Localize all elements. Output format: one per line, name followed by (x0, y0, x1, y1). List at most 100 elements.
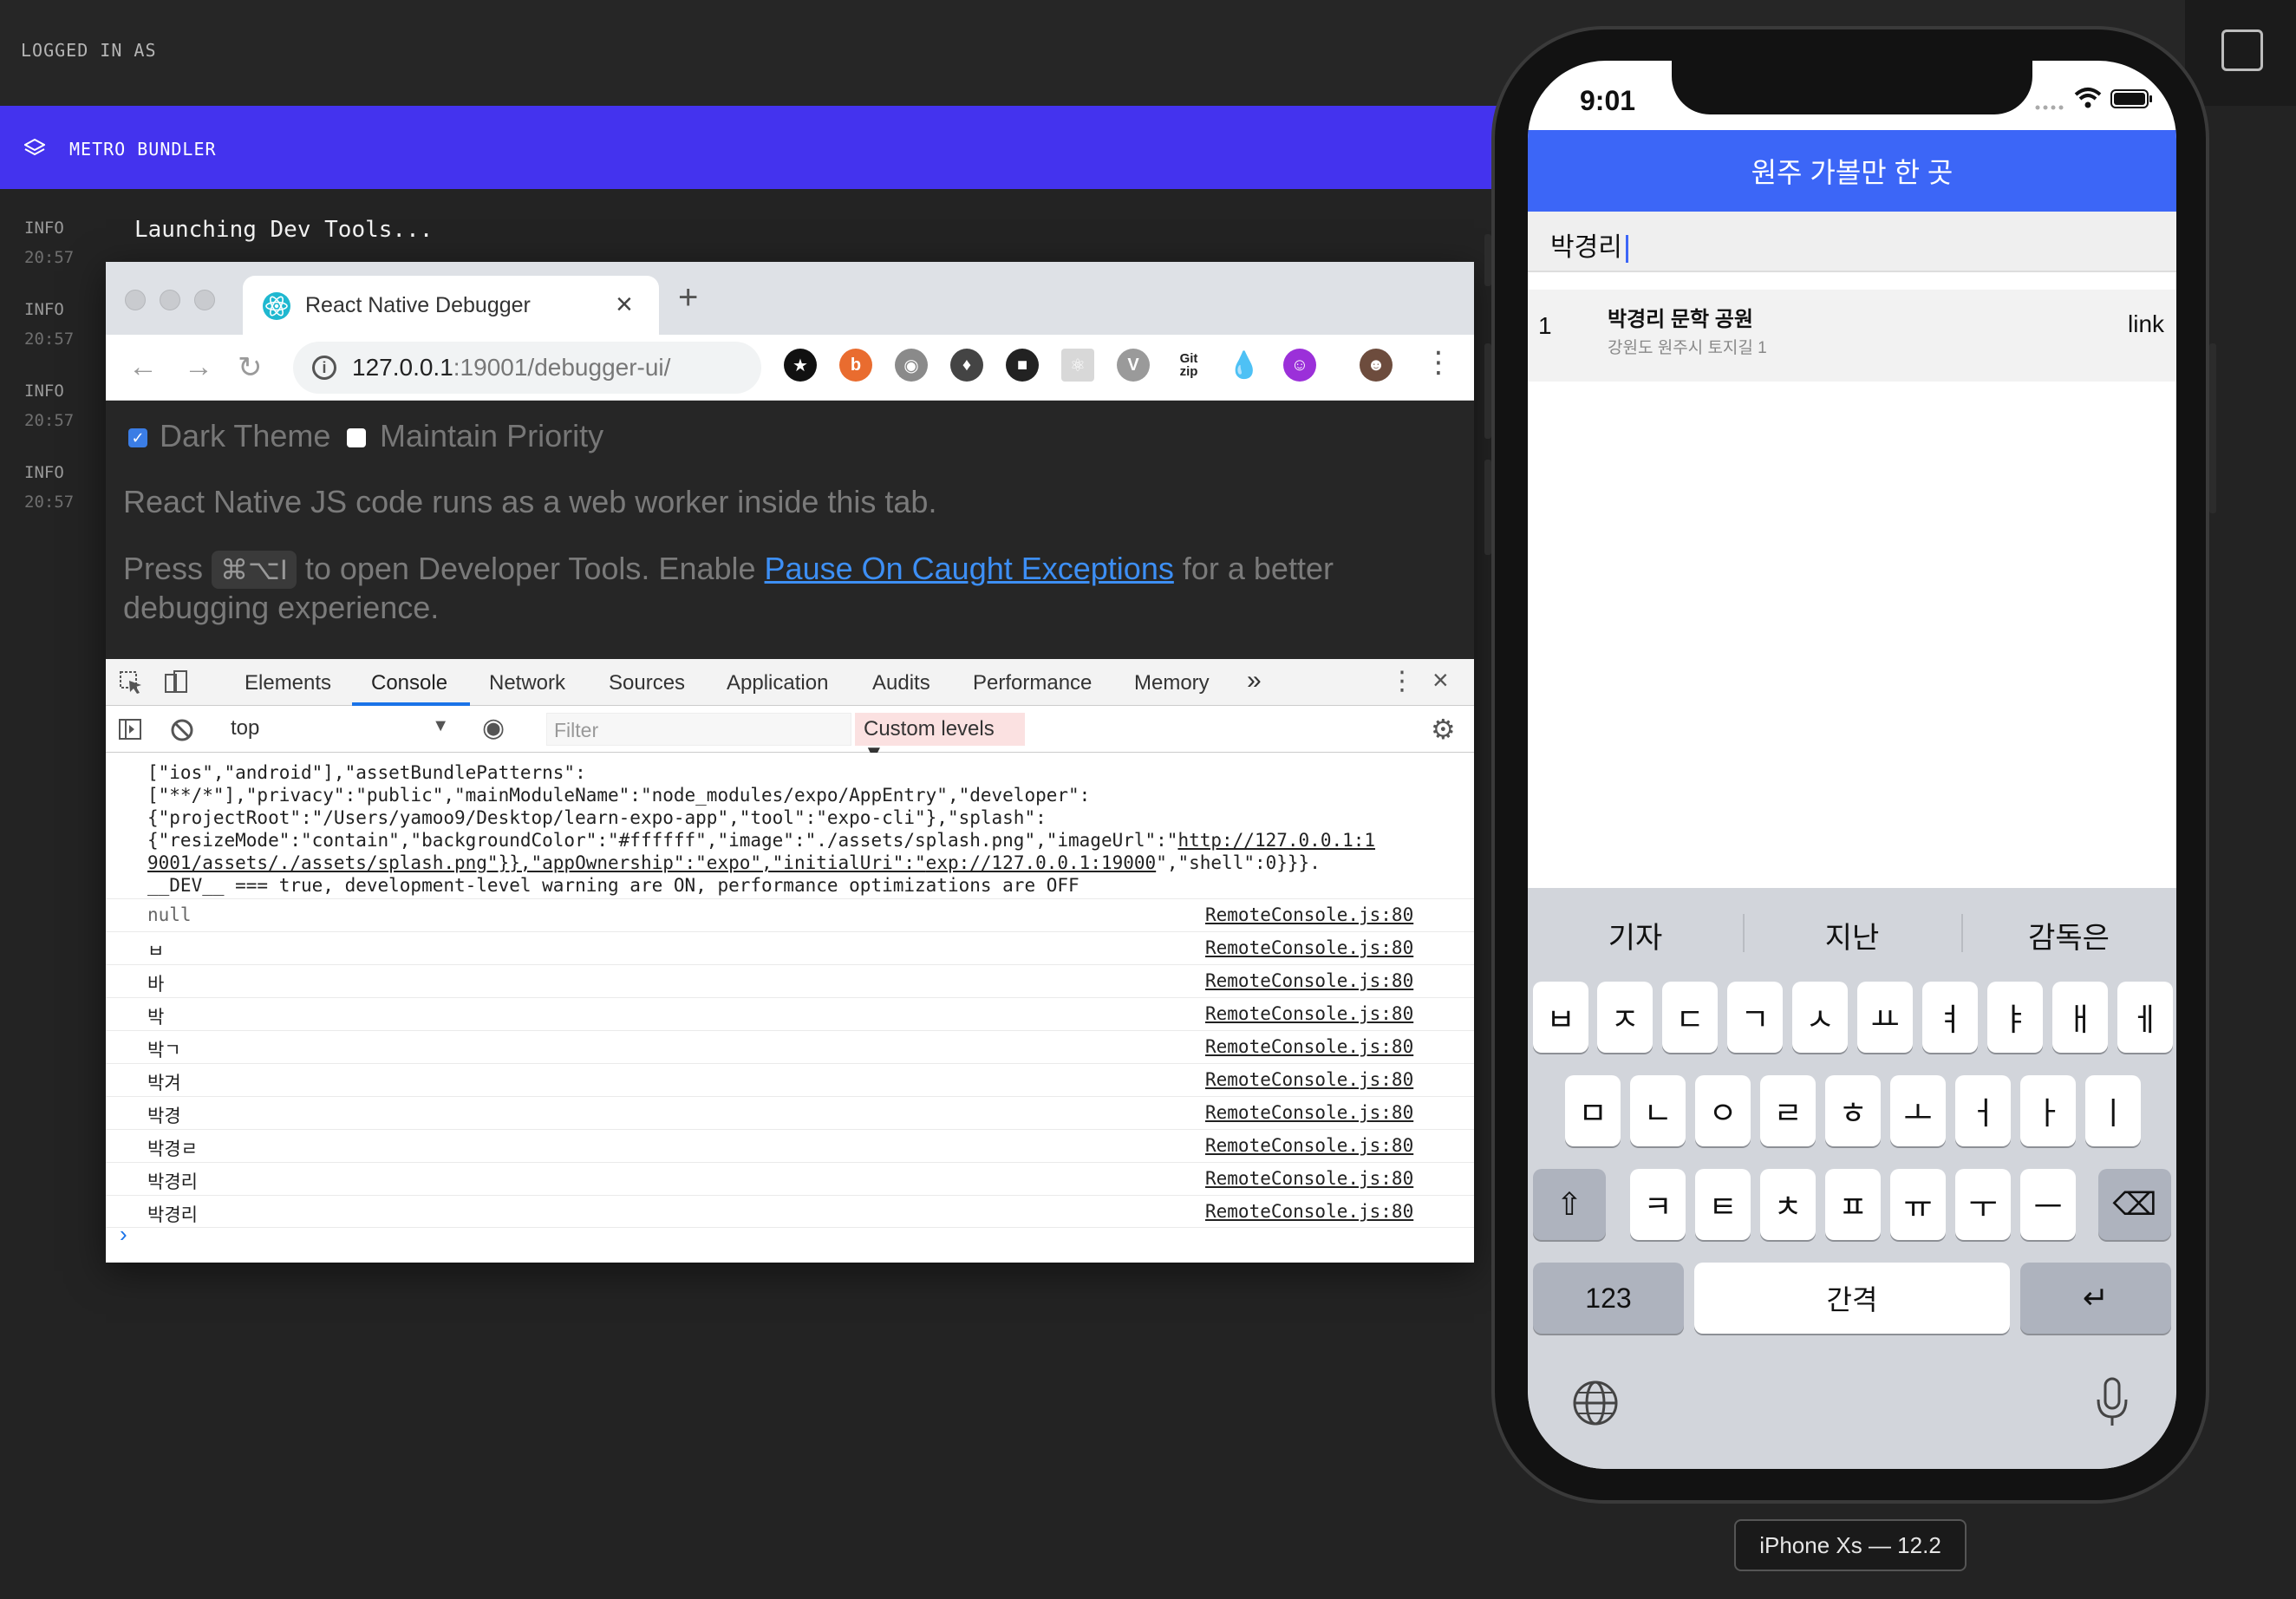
source-link[interactable]: RemoteConsole.js:80 (1205, 1069, 1413, 1090)
info-icon[interactable]: i (312, 356, 336, 380)
console-prompt[interactable]: › (120, 1221, 127, 1248)
key[interactable]: ㅎ (1825, 1075, 1881, 1146)
extension-face-icon[interactable]: ☺ (1283, 349, 1316, 382)
close-tab-icon[interactable]: × (616, 288, 633, 322)
key[interactable]: ㄷ (1662, 982, 1718, 1053)
tab-performance[interactable]: Performance (973, 671, 1092, 695)
gitzip-icon[interactable]: Git zip (1172, 349, 1205, 382)
key[interactable]: ㅊ (1760, 1169, 1816, 1240)
key[interactable]: ㅌ (1695, 1169, 1751, 1240)
key[interactable]: ㅓ (1955, 1075, 2011, 1146)
source-link[interactable]: RemoteConsole.js:80 (1205, 1036, 1413, 1057)
globe-icon[interactable] (1571, 1379, 1620, 1427)
source-link[interactable]: RemoteConsole.js:80 (1205, 1003, 1413, 1024)
tab-sources[interactable]: Sources (609, 671, 685, 695)
key[interactable]: ㅈ (1597, 982, 1653, 1053)
browser-tab[interactable]: React Native Debugger × (243, 276, 659, 335)
microphone-icon[interactable] (2095, 1375, 2130, 1429)
inspect-element-icon[interactable] (118, 669, 144, 695)
pause-on-exceptions-link[interactable]: Pause On Caught Exceptions (765, 551, 1174, 586)
list-item[interactable]: 1 박경리 문학 공원 강원도 원주시 토지길 1 link (1528, 290, 2176, 382)
key[interactable]: ㅅ (1792, 982, 1848, 1053)
key[interactable]: ㅐ (2052, 982, 2108, 1053)
tab-application[interactable]: Application (727, 671, 828, 695)
tab-console[interactable]: Console (371, 671, 447, 695)
vue-icon[interactable]: V (1117, 349, 1150, 382)
settings-gear-icon[interactable]: ⚙ (1431, 713, 1456, 746)
key[interactable]: ㅣ (2085, 1075, 2141, 1146)
device-toolbar-icon[interactable] (163, 669, 189, 695)
key[interactable]: ㅁ (1565, 1075, 1621, 1146)
key[interactable]: ㅕ (1922, 982, 1978, 1053)
source-link[interactable]: RemoteConsole.js:80 (1205, 1102, 1413, 1123)
clear-console-icon[interactable] (170, 718, 194, 742)
more-menu-icon[interactable]: ⋮ (1424, 345, 1453, 380)
initial-uri-link[interactable]: exp://127.0.0.1:19000 (926, 852, 1157, 873)
key[interactable]: ㄱ (1727, 982, 1783, 1053)
key[interactable]: ㅋ (1630, 1169, 1686, 1240)
dark-theme-checkbox[interactable]: ✓ (128, 428, 147, 447)
key[interactable]: ㅜ (1955, 1169, 2011, 1240)
window-toggle-button[interactable] (2221, 29, 2263, 71)
key[interactable]: ㅛ (1857, 982, 1913, 1053)
eye-icon[interactable]: ◉ (482, 713, 505, 743)
source-link[interactable]: RemoteConsole.js:80 (1205, 1135, 1413, 1156)
source-link[interactable]: RemoteConsole.js:80 (1205, 937, 1413, 958)
shift-key[interactable]: ⇧ (1533, 1169, 1606, 1240)
key[interactable]: ㅂ (1533, 982, 1588, 1053)
list-item-link[interactable]: link (2128, 310, 2164, 338)
close-window-button[interactable] (125, 290, 146, 310)
tab-elements[interactable]: Elements (245, 671, 331, 695)
tab-memory[interactable]: Memory (1134, 671, 1210, 695)
extension-b-icon[interactable]: b (839, 349, 872, 382)
key[interactable]: ㅇ (1695, 1075, 1751, 1146)
key[interactable]: ㅑ (1987, 982, 2043, 1053)
log-levels-dropdown[interactable]: Custom levels ▼ (855, 713, 1025, 765)
avatar[interactable]: ☻ (1360, 349, 1393, 382)
key[interactable]: ㅗ (1890, 1075, 1946, 1146)
tab-network[interactable]: Network (489, 671, 565, 695)
source-link[interactable]: RemoteConsole.js:80 (1205, 970, 1413, 991)
camera-icon[interactable]: ◉ (895, 349, 928, 382)
space-key[interactable]: 간격 (1694, 1263, 2010, 1334)
stop-icon[interactable]: ■ (1006, 349, 1039, 382)
key[interactable]: ㅏ (2020, 1075, 2076, 1146)
key[interactable]: ㅔ (2117, 982, 2173, 1053)
suggestion[interactable]: 감독은 (1961, 914, 2176, 956)
suggestion[interactable]: 기자 (1528, 914, 1743, 956)
context-selector[interactable]: top ▼ (231, 716, 458, 742)
more-tabs-icon[interactable]: » (1247, 666, 1262, 695)
address-bar[interactable]: i 127.0.0.1:19001/debugger-ui/ ☆ (293, 342, 921, 394)
tab-audits[interactable]: Audits (872, 671, 930, 695)
numbers-key[interactable]: 123 (1533, 1263, 1684, 1334)
zoom-window-button[interactable] (194, 290, 215, 310)
back-arrow-icon[interactable]: ← (128, 350, 158, 384)
key[interactable]: ㄴ (1630, 1075, 1686, 1146)
sidebar-toggle-icon[interactable] (118, 718, 142, 741)
source-link[interactable]: RemoteConsole.js:80 (1205, 1201, 1413, 1222)
search-input[interactable]: 박경리 (1528, 212, 2176, 272)
react-devtools-icon[interactable]: ⚛ (1061, 349, 1094, 382)
extension-star-icon[interactable]: ★ (784, 349, 817, 382)
key[interactable]: ㄹ (1760, 1075, 1816, 1146)
minimize-window-button[interactable] (160, 290, 180, 310)
delete-key[interactable]: ⌫ (2098, 1169, 2171, 1240)
image-url-link[interactable]: http://127.0.0.1:1 (1177, 830, 1375, 851)
key[interactable]: ㅍ (1825, 1169, 1881, 1240)
bulb-icon[interactable]: ♦ (950, 349, 983, 382)
new-tab-button[interactable]: + (678, 280, 698, 315)
key[interactable]: ㅠ (1890, 1169, 1946, 1240)
devtools-menu-icon[interactable]: ⋮ (1389, 666, 1415, 696)
metro-bundler-bar[interactable] (0, 106, 1526, 189)
maintain-priority-checkbox[interactable] (347, 428, 366, 447)
forward-arrow-icon[interactable]: → (184, 350, 213, 384)
key[interactable]: ㅡ (2020, 1169, 2076, 1240)
filter-input[interactable]: Filter (546, 713, 851, 746)
source-link[interactable]: RemoteConsole.js:80 (1205, 1168, 1413, 1189)
suggestion[interactable]: 지난 (1745, 914, 1960, 956)
source-link[interactable]: RemoteConsole.js:80 (1205, 904, 1413, 925)
return-key[interactable]: ↵ (2020, 1263, 2171, 1334)
reload-icon[interactable]: ↻ (238, 350, 263, 385)
drop-icon[interactable]: 💧 (1228, 349, 1261, 382)
close-devtools-icon[interactable]: × (1432, 664, 1449, 696)
